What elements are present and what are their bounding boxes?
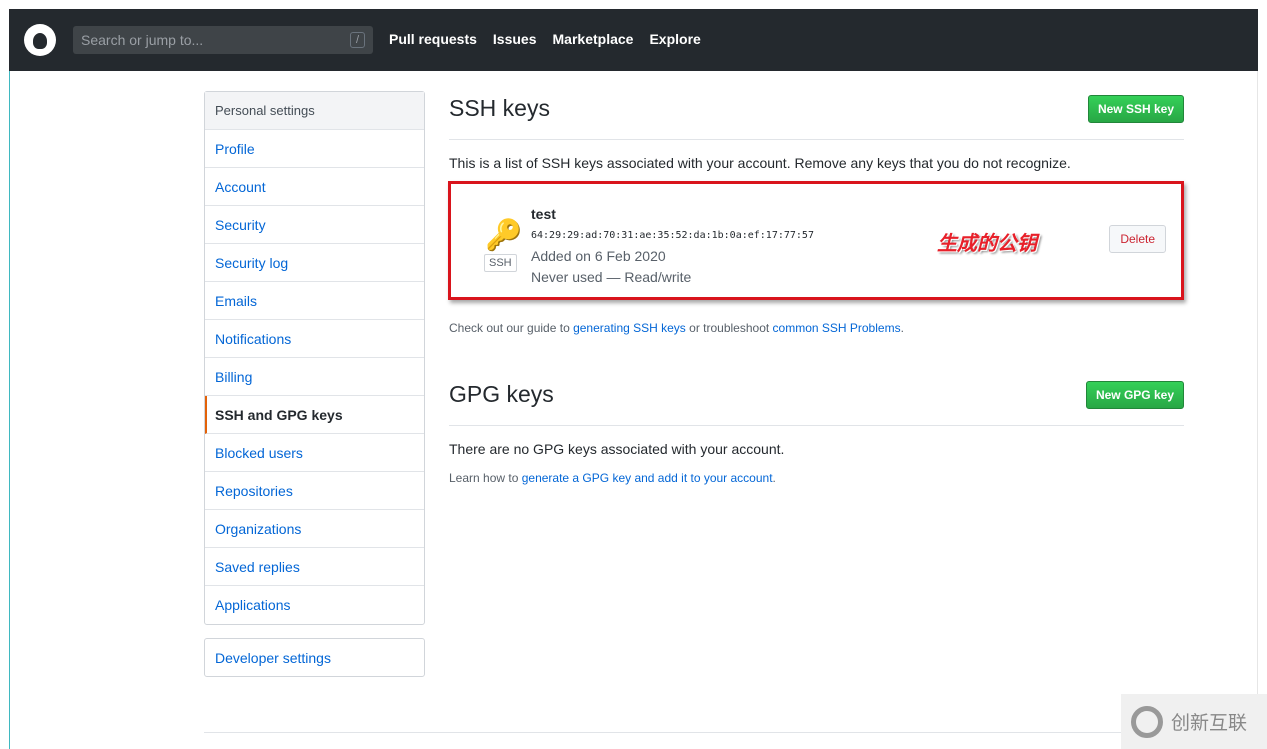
annotation-text: 生成的公钥 <box>937 233 1037 255</box>
watermark: 创新互联 <box>1121 694 1267 749</box>
ssh-guide: Check out our guide to generating SSH ke… <box>449 321 1184 335</box>
gpg-title: GPG keys <box>449 381 554 407</box>
sidebar-item-account[interactable]: Account <box>205 168 424 206</box>
search-placeholder: Search or jump to... <box>81 32 204 48</box>
gpg-empty: There are no GPG keys associated with yo… <box>449 441 785 457</box>
header-nav: Pull requests Issues Marketplace Explore <box>373 31 701 49</box>
new-gpg-key-button[interactable]: New GPG key <box>1085 381 1184 409</box>
settings-sidebar: Personal settings Profile Account Securi… <box>204 91 425 625</box>
learn-text: Learn how to <box>449 471 522 485</box>
nav-marketplace[interactable]: Marketplace <box>553 31 634 47</box>
sidebar-item-blocked-users[interactable]: Blocked users <box>205 434 424 472</box>
sidebar-item-profile[interactable]: Profile <box>205 130 424 168</box>
common-ssh-problems-link[interactable]: common SSH Problems <box>773 321 901 335</box>
key-fingerprint: 64:29:29:ad:70:31:ae:35:52:da:1b:0a:ef:1… <box>531 230 814 241</box>
footer-divider <box>204 732 1184 733</box>
key-added: Added on 6 Feb 2020 <box>531 248 666 264</box>
sidebar-item-security[interactable]: Security <box>205 206 424 244</box>
ssh-badge: SSH <box>484 254 517 272</box>
developer-settings-link[interactable]: Developer settings <box>204 638 425 677</box>
search-input[interactable]: Search or jump to... / <box>73 26 373 54</box>
sidebar-item-saved-replies[interactable]: Saved replies <box>205 548 424 586</box>
sidebar-item-notifications[interactable]: Notifications <box>205 320 424 358</box>
ssh-title: SSH keys <box>449 95 550 121</box>
nav-explore[interactable]: Explore <box>649 31 700 47</box>
new-ssh-key-button[interactable]: New SSH key <box>1087 95 1184 123</box>
key-usage: Never used — Read/write <box>531 269 692 285</box>
generating-ssh-keys-link[interactable]: generating SSH keys <box>573 321 686 335</box>
top-header: Search or jump to... / Pull requests Issu… <box>9 9 1258 71</box>
key-icon: 🔑 <box>485 219 523 252</box>
gpg-section: GPG keys New GPG key There are no GPG key… <box>449 381 1184 485</box>
github-logo-icon[interactable] <box>24 24 56 56</box>
watermark-logo-icon <box>1131 705 1163 738</box>
key-name: test <box>531 206 556 222</box>
ssh-section: SSH keys New SSH key This is a list of SS… <box>449 95 1184 171</box>
sidebar-item-billing[interactable]: Billing <box>205 358 424 396</box>
sidebar-item-security-log[interactable]: Security log <box>205 244 424 282</box>
generate-gpg-key-link[interactable]: generate a GPG key and add it to your ac… <box>522 471 773 485</box>
ssh-description: This is a list of SSH keys associated wi… <box>449 155 1071 171</box>
sidebar-title: Personal settings <box>205 92 424 130</box>
shortcut-hint: / <box>349 32 365 48</box>
sidebar-item-applications[interactable]: Applications <box>205 586 424 624</box>
guide-text: . <box>900 321 904 335</box>
sidebar-item-ssh-gpg-keys[interactable]: SSH and GPG keys <box>205 396 424 434</box>
delete-key-button[interactable]: Delete <box>1109 225 1166 253</box>
watermark-text: 创新互联 <box>1171 713 1248 734</box>
ssh-key-item: 🔑 SSH test 64:29:29:ad:70:31:ae:35:52:da… <box>448 181 1184 300</box>
sidebar-item-repositories[interactable]: Repositories <box>205 472 424 510</box>
nav-issues[interactable]: Issues <box>493 31 537 47</box>
sidebar-item-organizations[interactable]: Organizations <box>205 510 424 548</box>
gpg-learn: Learn how to generate a GPG key and add … <box>449 471 1184 485</box>
sidebar-item-emails[interactable]: Emails <box>205 282 424 320</box>
guide-text: or troubleshoot <box>685 321 773 335</box>
learn-text: . <box>772 471 776 485</box>
nav-pull-requests[interactable]: Pull requests <box>389 31 477 47</box>
guide-text: Check out our guide to <box>449 321 574 335</box>
